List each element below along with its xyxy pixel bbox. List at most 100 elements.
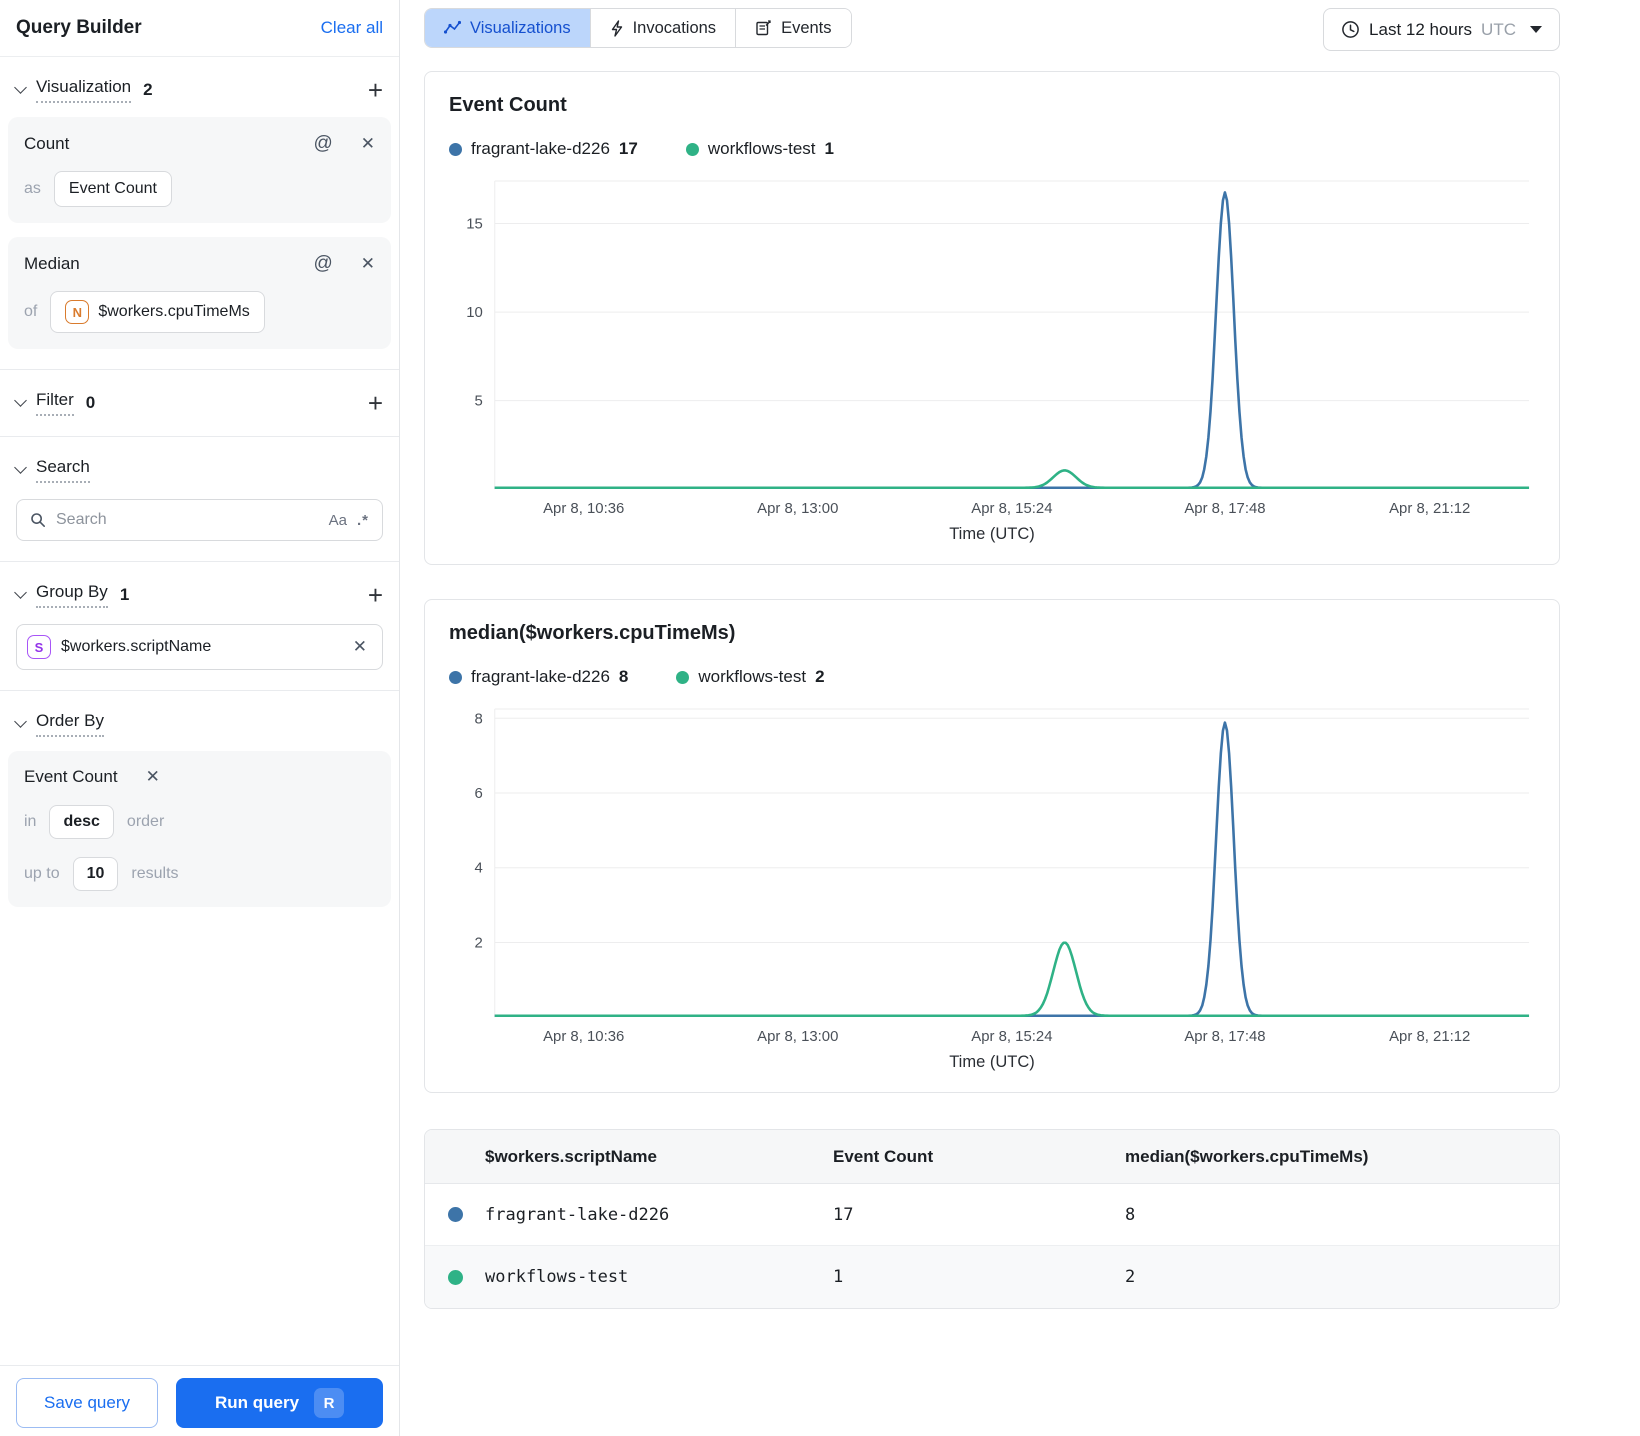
svg-text:Apr 8, 10:36: Apr 8, 10:36: [543, 1029, 624, 1045]
remove-aggregation-icon[interactable]: [361, 134, 375, 154]
tab-events[interactable]: Events: [735, 9, 851, 47]
tab-invocations[interactable]: Invocations: [589, 9, 736, 47]
group-by-count: 1: [119, 585, 130, 604]
event-count-chart-card: Event Count fragrant-lake-d226 17 workfl…: [424, 71, 1560, 566]
svg-text:6: 6: [475, 786, 483, 802]
tab-label: Visualizations: [470, 18, 571, 37]
event-note-icon: [756, 19, 771, 35]
event-count-cell: 1: [833, 1267, 844, 1288]
svg-text:8: 8: [475, 711, 483, 727]
match-case-icon[interactable]: Aa: [329, 512, 347, 529]
script-name-cell: fragrant-lake-d226: [485, 1204, 670, 1225]
table-row[interactable]: fragrant-lake-d226 17 8: [425, 1184, 1559, 1247]
svg-text:Apr 8, 10:36: Apr 8, 10:36: [543, 501, 624, 517]
filter-section-title: Filter: [36, 390, 74, 416]
column-header: $workers.scriptName: [485, 1146, 657, 1166]
aggregation-title: Count: [24, 134, 70, 153]
group-by-section-title: Group By: [36, 582, 108, 608]
legend-item[interactable]: workflows-test 2: [676, 667, 825, 687]
sidebar-content: Visualization 2 Count as Event Count: [0, 57, 399, 1365]
group-by-field-value: $workers.scriptName: [61, 638, 212, 655]
search-section: Search Aa .*: [0, 437, 399, 561]
remove-order-by-icon[interactable]: [146, 767, 160, 787]
time-range-value: Last 12 hours: [1369, 19, 1473, 39]
chevron-down-icon[interactable]: [14, 81, 27, 94]
remove-aggregation-icon[interactable]: [361, 254, 375, 274]
chevron-down-icon[interactable]: [14, 394, 27, 407]
legend-item[interactable]: workflows-test 1: [685, 139, 834, 159]
order-by-card: Event Count in desc order up to 10 resul…: [8, 751, 391, 907]
visualization-section-title: Visualization: [36, 77, 132, 103]
add-group-by-button[interactable]: [368, 582, 383, 608]
chevron-down-icon[interactable]: [14, 715, 27, 728]
table-row[interactable]: workflows-test 1 2: [425, 1246, 1559, 1309]
svg-text:10: 10: [466, 305, 483, 321]
chart-legend: fragrant-lake-d226 8 workflows-test 2: [449, 667, 1535, 687]
in-label: in: [24, 813, 37, 830]
clear-all-link[interactable]: Clear all: [321, 18, 383, 38]
order-label: order: [126, 813, 165, 830]
median-field-selector[interactable]: N $workers.cpuTimeMs: [50, 291, 265, 333]
regex-icon[interactable]: .*: [357, 512, 369, 529]
of-label: of: [24, 303, 38, 320]
series-dot-blue: [449, 670, 462, 684]
chart-legend: fragrant-lake-d226 17 workflows-test 1: [449, 139, 1535, 159]
legend-value: 8: [618, 667, 629, 687]
svg-text:Apr 8, 13:00: Apr 8, 13:00: [757, 501, 838, 517]
page-title: Query Builder: [16, 17, 142, 38]
event-count-line-chart[interactable]: 5 10 15 Apr 8, 10:36 Apr 8, 13:00 Apr 8, 15:2…: [449, 173, 1535, 523]
search-input[interactable]: [56, 511, 319, 529]
clock-icon: [1342, 21, 1359, 38]
tab-visualizations[interactable]: Visualizations: [425, 9, 590, 47]
svg-text:2: 2: [475, 936, 483, 952]
series-dot-green: [676, 670, 690, 684]
visualization-count: 2: [143, 80, 153, 99]
median-cputime-line-chart[interactable]: 2 4 6 8 Apr 8, 10:36 Apr 8, 13:00 Apr 8, 15:24…: [449, 701, 1535, 1051]
chevron-down-icon[interactable]: [14, 461, 27, 474]
chevron-down-icon[interactable]: [14, 586, 27, 599]
timezone-label: UTC: [1481, 19, 1516, 39]
visualization-section: Visualization 2 Count as Event Count: [0, 57, 399, 369]
save-query-button[interactable]: Save query: [16, 1378, 158, 1428]
column-header: median($workers.cpuTimeMs): [1125, 1146, 1369, 1166]
alias-field[interactable]: Event Count: [53, 171, 172, 207]
number-type-icon: N: [65, 300, 90, 324]
legend-name: workflows-test: [707, 139, 816, 158]
string-type-icon: S: [27, 635, 51, 659]
svg-text:Apr 8, 17:48: Apr 8, 17:48: [1184, 1029, 1265, 1045]
filter-count: 0: [85, 393, 96, 412]
svg-text:5: 5: [475, 394, 483, 410]
time-range-selector[interactable]: Last 12 hours UTC: [1323, 8, 1560, 51]
up-to-label: up to: [24, 865, 60, 882]
caret-down-icon: [1530, 26, 1542, 33]
legend-value: 17: [618, 139, 638, 158]
chart-title: Event Count: [449, 94, 567, 116]
mention-icon[interactable]: [313, 133, 332, 155]
chart-title: median($workers.cpuTimeMs): [449, 622, 736, 645]
remove-group-by-icon[interactable]: [338, 625, 382, 669]
limit-input[interactable]: 10: [72, 857, 119, 891]
legend-item[interactable]: fragrant-lake-d226 17: [449, 139, 638, 159]
top-bar: Visualizations Invocations Events Last 1…: [424, 8, 1560, 51]
group-by-field[interactable]: S $workers.scriptName: [16, 624, 383, 670]
median-cell: 2: [1125, 1267, 1136, 1288]
mention-icon[interactable]: [313, 253, 332, 275]
svg-text:Apr 8, 21:12: Apr 8, 21:12: [1389, 1029, 1470, 1045]
tab-label: Invocations: [632, 18, 717, 37]
add-visualization-button[interactable]: [368, 77, 383, 103]
query-builder-sidebar: Query Builder Clear all Visualization 2 …: [0, 0, 400, 1436]
aggregation-card-median: Median of N $workers.cpuTimeMs: [8, 237, 391, 349]
run-query-button[interactable]: Run query R: [176, 1378, 383, 1428]
series-dot-blue: [449, 142, 462, 156]
order-direction-selector[interactable]: desc: [49, 805, 114, 839]
chart-line-icon: [444, 20, 461, 34]
results-table: $workers.scriptName Event Count median($…: [424, 1129, 1560, 1310]
series-dot-blue: [447, 1207, 463, 1223]
results-label: results: [131, 865, 179, 882]
svg-text:Apr 8, 15:24: Apr 8, 15:24: [971, 1029, 1052, 1045]
legend-item[interactable]: fragrant-lake-d226 8: [449, 667, 628, 687]
filter-section: Filter 0: [0, 370, 399, 436]
legend-name: workflows-test: [698, 667, 807, 687]
order-by-field-title: Event Count: [24, 767, 118, 786]
add-filter-button[interactable]: [368, 390, 383, 416]
